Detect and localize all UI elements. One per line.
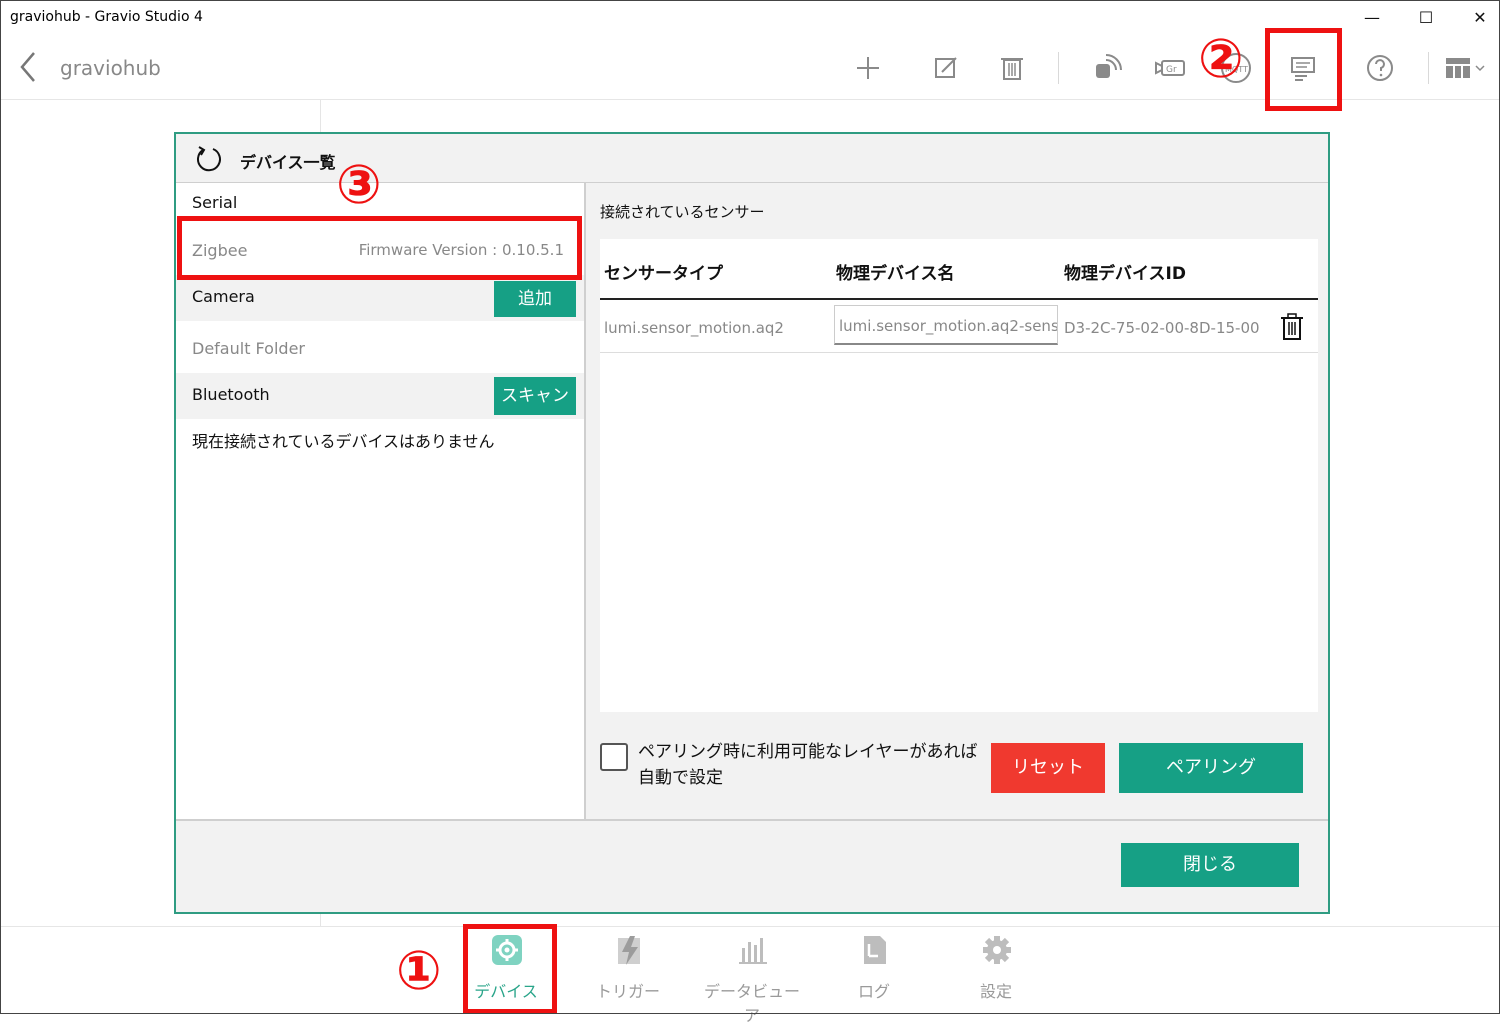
wireless-icon[interactable] [1084,50,1124,86]
dialog-title: デバイス一覧 [240,153,336,172]
auto-layer-label: ペアリング時に利用可能なレイヤーがあれば自動で設定 [638,742,978,788]
settings-icon [982,934,1012,966]
device-list-icon[interactable] [1283,50,1323,86]
add-camera-button[interactable]: 追加 [494,281,576,317]
add-icon[interactable] [848,50,888,86]
nav-item-devices[interactable]: デバイス [456,934,556,1004]
connected-sensors-title: 接続されているセンサー [600,203,765,221]
nav-item-data-viewer[interactable]: データビューア [702,934,802,1025]
pairing-button[interactable]: ペアリング [1119,743,1303,793]
edit-icon[interactable] [926,50,966,86]
reset-button[interactable]: リセット [991,743,1105,793]
close-dialog-button[interactable]: 閉じる [1121,843,1299,887]
maximize-button[interactable]: ☐ [1406,6,1446,30]
no-devices-text: 現在接続されているデバイスはありません [192,432,495,451]
column-header-sensor-type: センサータイプ [604,264,723,284]
default-folder-row[interactable]: Default Folder [176,325,584,371]
close-window-button[interactable]: ✕ [1460,6,1500,30]
nav-item-settings[interactable]: 設定 [946,934,1046,1004]
nav-label-devices: デバイス [474,982,538,1001]
connected-sensors-panel: 接続されているセンサー センサータイプ 物理デバイス名 物理デバイスID lum… [586,183,1328,819]
back-icon[interactable] [18,50,38,92]
log-icon [860,934,890,966]
scan-button[interactable]: スキャン [494,377,576,415]
delete-sensor-icon[interactable] [1280,313,1304,341]
trigger-icon [614,934,644,966]
firmware-version: Firmware Version : 0.10.5.1 [358,241,564,259]
gr-camera-icon[interactable]: Gr [1150,50,1190,86]
column-header-device-id: 物理デバイスID [1064,264,1186,284]
annotation-marker-2: ② [1198,27,1244,90]
nav-item-log[interactable]: ログ [824,934,924,1004]
bluetooth-row[interactable]: Bluetooth スキャン [176,373,584,419]
column-header-device-name: 物理デバイス名 [836,264,955,284]
zigbee-row[interactable]: Zigbee Firmware Version : 0.10.5.1 [176,227,584,273]
camera-label: Camera [192,287,255,306]
bluetooth-label: Bluetooth [192,385,270,404]
device-type-panel: Serial Zigbee Firmware Version : 0.10.5.… [176,183,586,819]
zigbee-label: Zigbee [192,241,248,260]
minimize-button[interactable]: — [1352,6,1392,30]
nav-label-log: ログ [857,982,890,1001]
dialog-footer: 閉じる [176,819,1328,914]
device-id-cell: D3-2C-75-02-00-8D-15-00 [1064,319,1260,337]
gr-label: Gr [1166,65,1177,75]
default-folder-label: Default Folder [192,339,305,358]
annotation-marker-3: ③ [336,153,382,216]
auto-layer-checkbox[interactable] [600,743,628,771]
nav-label-settings: 設定 [979,982,1012,1001]
serial-label: Serial [192,193,238,212]
camera-row[interactable]: Camera 追加 [176,275,584,321]
layout-icon[interactable] [1440,50,1494,86]
annotation-marker-1: ① [396,939,442,1002]
toolbar: graviohub Gr MQTT [0,36,1500,100]
nav-label-trigger: トリガー [595,982,660,1001]
sensor-table: センサータイプ 物理デバイス名 物理デバイスID lumi.sensor_mot… [600,239,1318,712]
data-viewer-icon [738,934,768,966]
sensor-type-cell: lumi.sensor_motion.aq2 [604,319,784,337]
device-list-dialog: デバイス一覧 Serial Zigbee Firmware Version : … [174,132,1330,914]
nav-item-trigger[interactable]: トリガー [578,934,678,1004]
window-title: graviohub - Gravio Studio 4 [10,9,203,25]
delete-icon[interactable] [992,50,1032,86]
refresh-icon[interactable] [194,144,222,172]
device-gear-icon [492,934,522,966]
app-title: graviohub [60,56,161,80]
title-bar: graviohub - Gravio Studio 4 — ☐ ✕ [0,0,1500,36]
device-name-input[interactable]: lumi.sensor_motion.aq2-sensor [834,305,1058,345]
help-icon[interactable] [1360,50,1400,86]
nav-label-data-viewer: データビューア [703,982,800,1025]
